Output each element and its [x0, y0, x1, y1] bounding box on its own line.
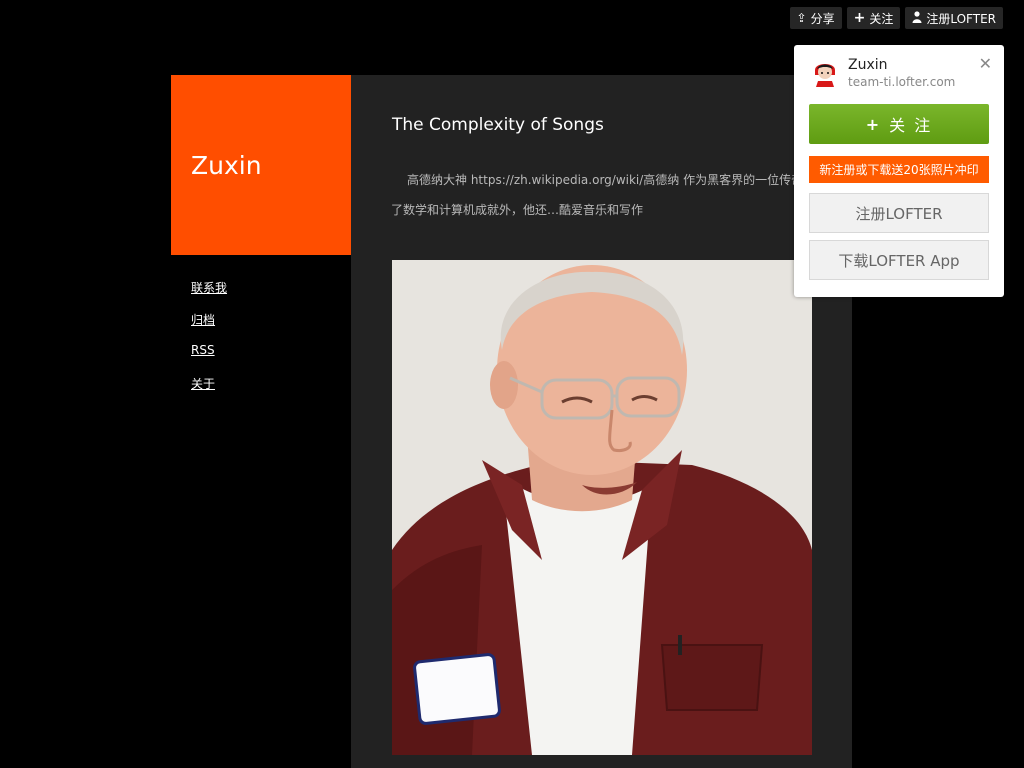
plus-icon: +	[853, 10, 866, 26]
promo-button[interactable]: 新注册或下载送20张照片冲印	[809, 156, 989, 183]
nav-item-contact: 联系我	[191, 279, 227, 311]
post-title[interactable]: The Complexity of Songs	[392, 115, 604, 135]
portrait-illustration	[392, 260, 812, 755]
nav-link-rss[interactable]: RSS	[191, 343, 215, 357]
register-top-label: 注册LOFTER	[926, 11, 996, 26]
nav-link-archive[interactable]: 归档	[191, 313, 215, 327]
post-panel: The Complexity of Songs 高德纳大神 https://zh…	[351, 75, 852, 768]
follow-top-label: 关注	[869, 11, 894, 26]
post-photo[interactable]	[392, 260, 812, 755]
blog-brand-block: Zuxin	[171, 75, 351, 255]
share-icon: ⇪	[796, 11, 807, 25]
card-blog-name[interactable]: Zuxin	[848, 57, 888, 73]
register-button[interactable]: 注册LOFTER	[809, 193, 989, 233]
share-label: 分享	[810, 11, 835, 26]
follow-card: ✕ Zuxin team-ti.lofter.com + 关 注 新注册或下载送…	[794, 45, 1004, 297]
avatar	[812, 59, 838, 87]
follow-button[interactable]: + 关 注	[809, 104, 989, 144]
share-button[interactable]: ⇪ 分享	[789, 7, 842, 29]
nav-item-about: 关于	[191, 375, 227, 407]
nav-link-contact[interactable]: 联系我	[191, 281, 227, 295]
nav-item-archive: 归档	[191, 311, 227, 343]
sidebar-nav: 联系我 归档 RSS 关于	[191, 279, 227, 407]
register-top-button[interactable]: 注册LOFTER	[905, 7, 1003, 29]
download-app-button[interactable]: 下载LOFTER App	[809, 240, 989, 280]
plus-icon: +	[865, 114, 882, 134]
post-excerpt-line-1: 高德纳大神 https://zh.wikipedia.org/wiki/高德纳 …	[407, 173, 804, 187]
post-excerpt: 高德纳大神 https://zh.wikipedia.org/wiki/高德纳 …	[391, 165, 811, 225]
nav-link-about[interactable]: 关于	[191, 377, 215, 391]
follow-button-label: 关 注	[889, 116, 933, 135]
post-excerpt-line-2: 了数学和计算机成就外，他还…酷爱音乐和写作	[391, 203, 644, 217]
blog-title[interactable]: Zuxin	[191, 151, 262, 180]
user-icon	[912, 11, 922, 25]
nav-item-rss: RSS	[191, 343, 227, 375]
top-toolbar: ⇪ 分享 + 关注 注册LOFTER	[789, 7, 1003, 29]
follow-top-button[interactable]: + 关注	[846, 7, 901, 29]
card-blog-domain[interactable]: team-ti.lofter.com	[848, 75, 955, 89]
close-icon[interactable]: ✕	[979, 54, 992, 73]
